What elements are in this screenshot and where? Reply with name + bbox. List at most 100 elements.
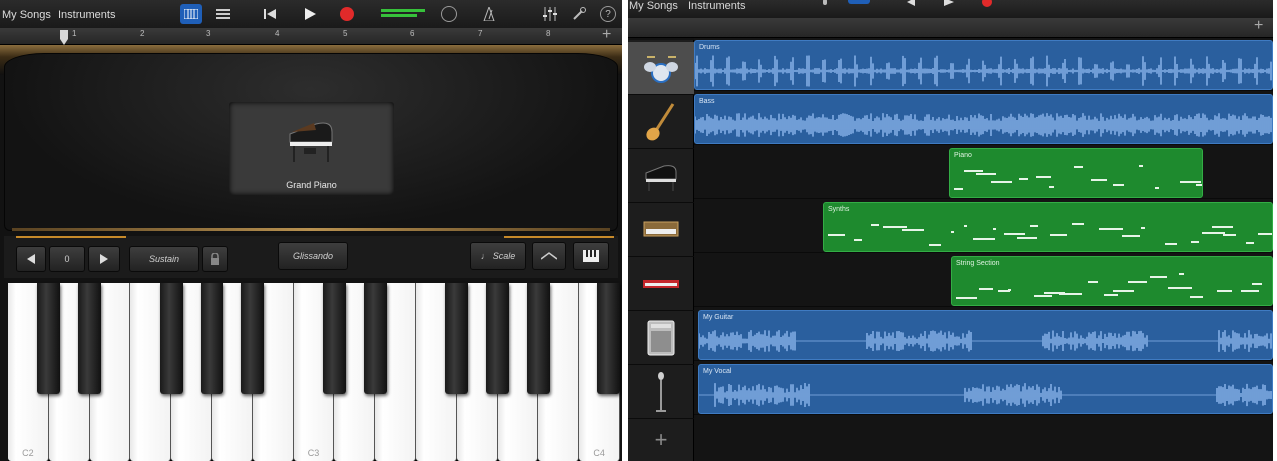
octave-up-button[interactable] (88, 246, 120, 272)
rewind-button[interactable] (903, 0, 917, 12)
timeline-ruler[interactable]: 1 2 3 4 5 6 7 8 + (0, 25, 622, 45)
black-key[interactable] (526, 283, 550, 394)
black-key[interactable] (445, 283, 469, 394)
keyboard-controls: 0 Sustain Glissando ♩ Scale (4, 236, 618, 278)
track-header-string-section[interactable] (628, 258, 694, 311)
instrument-name: Grand Piano (286, 180, 337, 190)
track-headers: + (628, 40, 694, 461)
black-key[interactable] (241, 283, 265, 394)
octave-indicator-right (504, 236, 614, 238)
mixer-button[interactable] (541, 4, 559, 24)
black-key[interactable] (486, 283, 510, 394)
region-string-section[interactable]: String Section (951, 256, 1273, 306)
waveform (695, 113, 1272, 137)
region-synths[interactable]: Synths (823, 202, 1273, 252)
synth-icon (643, 221, 679, 237)
region-my-vocal[interactable]: My Vocal (698, 364, 1273, 414)
keyboard-icon (184, 9, 198, 19)
my-songs-button[interactable]: My Songs (2, 9, 51, 21)
black-key[interactable] (322, 283, 346, 394)
wrench-icon (573, 7, 586, 20)
region-name: Drums (699, 44, 720, 51)
keyboard-icon (643, 280, 679, 288)
microphone-button[interactable] (820, 0, 830, 14)
black-key[interactable] (200, 283, 224, 394)
glissando-button[interactable]: Glissando (278, 242, 348, 270)
lane-my-guitar: My Guitar (694, 308, 1273, 361)
track-header-my-guitar[interactable] (628, 312, 694, 365)
tracks-view-button[interactable] (212, 4, 234, 24)
scale-label: Scale (492, 251, 516, 261)
rewind-button[interactable] (262, 4, 278, 24)
black-key[interactable] (597, 283, 620, 394)
piano-cabinet-lip (12, 228, 610, 231)
help-icon: ? (605, 8, 611, 20)
black-key[interactable] (159, 283, 183, 394)
instruments-button[interactable]: Instruments (688, 0, 745, 12)
tracks-view-button[interactable] (848, 0, 870, 4)
waveform (695, 55, 1272, 87)
ruler-mark-3: 3 (206, 29, 211, 38)
region-my-guitar[interactable]: My Guitar (698, 310, 1273, 360)
octave-down-button[interactable] (16, 246, 46, 272)
track-lanes: Drums Bass Piano Synths String Section M… (694, 38, 1273, 461)
add-section-button[interactable]: + (1254, 16, 1263, 36)
add-section-button[interactable]: + (602, 25, 611, 45)
toolbar: My Songs Instruments ? (0, 0, 622, 28)
instruments-button[interactable]: Instruments (58, 9, 115, 21)
track-header-drums[interactable] (628, 42, 694, 95)
metronome-icon (483, 7, 495, 21)
scale-button[interactable]: ♩ Scale (470, 242, 526, 270)
keyboard-icon (583, 250, 599, 262)
key-note-label: C4 (593, 448, 605, 458)
piano-keyboard[interactable]: C2 C3 C4 (8, 283, 620, 461)
notes-icon: ♩ (480, 251, 490, 261)
track-header-piano[interactable] (628, 150, 694, 203)
sustain-button[interactable]: Sustain (129, 246, 199, 272)
right-arrow-icon (100, 254, 108, 264)
level-meter-right (381, 14, 417, 17)
region-bass[interactable]: Bass (694, 94, 1273, 144)
timeline-ruler[interactable]: + (628, 16, 1273, 38)
tracks-icon (216, 9, 230, 19)
instrument-preview[interactable]: Grand Piano (229, 102, 394, 195)
midi-notes (956, 273, 1262, 299)
record-button[interactable] (980, 0, 994, 12)
black-key[interactable] (37, 283, 61, 394)
help-button[interactable]: ? (600, 6, 616, 22)
instrument-view-button[interactable] (180, 4, 202, 24)
record-button[interactable] (339, 4, 355, 24)
ruler-mark-8: 8 (546, 29, 551, 38)
drum-kit-icon (644, 56, 678, 83)
region-name: String Section (956, 260, 1000, 267)
ruler-mark-4: 4 (275, 29, 280, 38)
playhead[interactable] (60, 30, 68, 45)
settings-button[interactable] (571, 4, 587, 24)
track-header-bass[interactable] (628, 96, 694, 149)
add-track-button[interactable]: + (628, 420, 694, 460)
ruler-mark-1: 1 (72, 29, 77, 38)
toolbar-cropped: My Songs Instruments (628, 0, 1273, 18)
metronome-button[interactable] (482, 4, 496, 24)
lock-icon (211, 253, 219, 265)
arpeggiator-button[interactable] (532, 242, 566, 270)
microphone-icon (656, 372, 666, 412)
my-songs-button[interactable]: My Songs (629, 0, 678, 12)
track-header-synths[interactable] (628, 204, 694, 257)
black-key[interactable] (363, 283, 387, 394)
play-icon (305, 8, 316, 20)
master-volume-knob[interactable] (441, 6, 457, 22)
record-icon (340, 7, 354, 21)
play-button[interactable] (942, 0, 956, 12)
play-button[interactable] (302, 4, 318, 24)
ruler-mark-6: 6 (410, 29, 415, 38)
region-piano[interactable]: Piano (949, 148, 1203, 198)
lane-string-section: String Section (694, 254, 1273, 307)
sustain-lock-button[interactable] (202, 246, 228, 272)
keyboard-layout-button[interactable] (573, 242, 609, 270)
black-key[interactable] (78, 283, 102, 394)
plus-icon: + (602, 26, 612, 43)
region-drums[interactable]: Drums (694, 40, 1273, 90)
track-header-my-vocal[interactable] (628, 366, 694, 419)
lane-my-vocal: My Vocal (694, 362, 1273, 415)
